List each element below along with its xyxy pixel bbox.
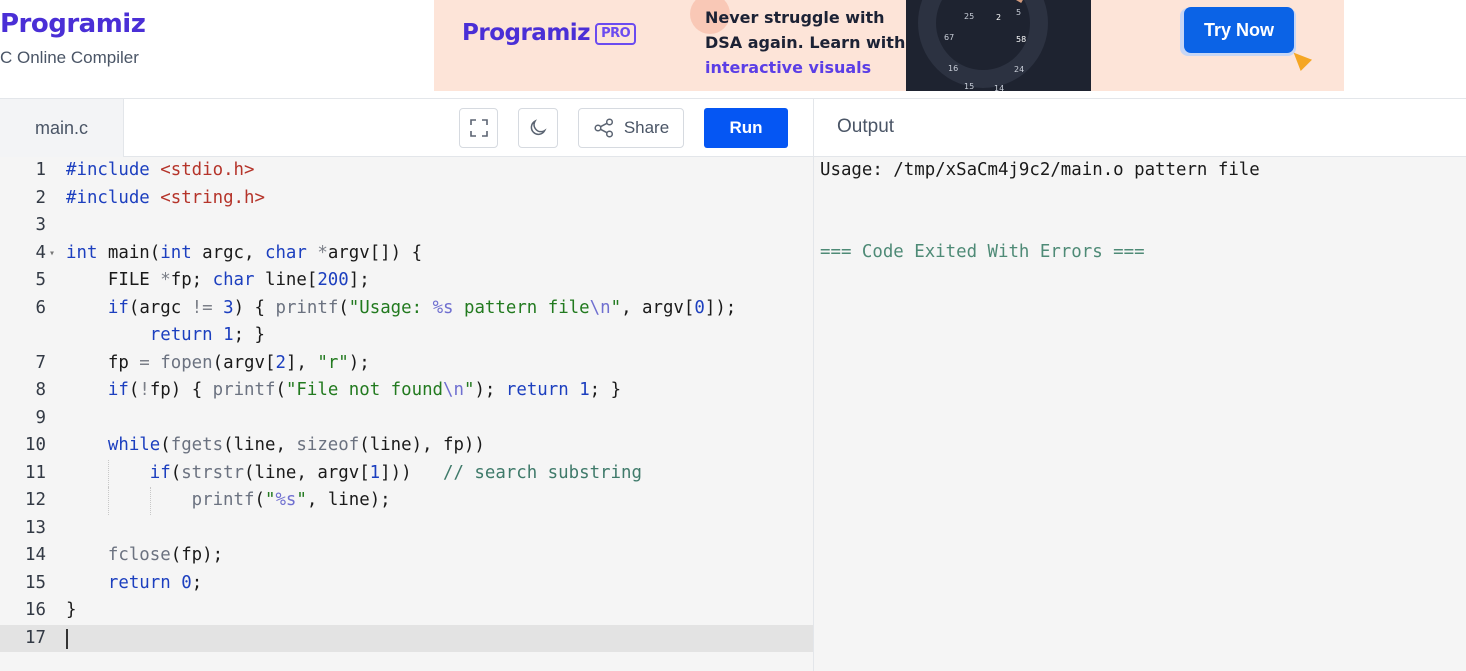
code-text[interactable]: #include <stdio.h> <box>66 157 254 185</box>
code-line[interactable]: 2 #include <string.h> <box>0 185 813 213</box>
line-number: 11 <box>25 462 46 483</box>
line-number: 16 <box>25 600 46 620</box>
code-line[interactable]: 4 ▾ int main(int argc, char *argv[]) { <box>0 240 813 268</box>
wheel-number: 67 <box>944 33 955 42</box>
file-tab-main-c[interactable]: main.c <box>0 99 124 157</box>
code-text[interactable]: } <box>66 597 76 625</box>
code-line[interactable]: 9 <box>0 405 813 433</box>
wheel-number: 5 <box>1016 8 1022 17</box>
code-line[interactable]: 3 <box>0 212 813 240</box>
wheel-number: 58 <box>1016 35 1027 44</box>
line-number: 4 <box>35 242 46 263</box>
code-text[interactable]: FILE *fp; char line[200]; <box>66 267 370 295</box>
code-line[interactable]: 12 printf("%s", line); <box>0 487 813 515</box>
dsa-wheel-graphic: 25 2 5 67 58 16 24 15 14 <box>906 0 1091 91</box>
code-text[interactable]: printf("%s", line); <box>66 487 391 515</box>
banner-line-3: interactive visuals <box>705 58 872 77</box>
output-header: Output <box>813 99 1466 157</box>
output-panel[interactable]: Usage: /tmp/xSaCm4j9c2/main.o pattern fi… <box>813 157 1466 671</box>
line-number: 17 <box>25 627 46 648</box>
output-title: Output <box>837 116 895 137</box>
try-now-button[interactable]: Try Now <box>1184 7 1294 53</box>
line-number: 12 <box>25 490 46 510</box>
text-cursor <box>66 628 68 649</box>
editor-toolbar: main.c Share Run <box>0 99 813 157</box>
line-number: 7 <box>35 352 46 373</box>
fold-arrow-icon[interactable]: ▾ <box>49 240 55 268</box>
line-number: 9 <box>35 407 46 428</box>
code-text[interactable]: return 0; <box>66 570 202 598</box>
fullscreen-icon <box>469 119 488 137</box>
code-line[interactable]: 7 fp = fopen(argv[2], "r"); <box>0 350 813 378</box>
banner-logo: Programiz PRO <box>462 20 637 46</box>
code-line-active[interactable]: 17 <box>0 624 813 652</box>
code-line[interactable]: 15 return 0; <box>0 570 813 598</box>
wheel-number: 25 <box>964 12 975 21</box>
line-number: 14 <box>25 545 46 565</box>
dark-mode-toggle[interactable] <box>518 108 558 148</box>
line-number: 2 <box>35 187 46 208</box>
code-text[interactable]: if(!fp) { printf("File not found\n"); re… <box>66 377 621 405</box>
line-number: 13 <box>25 517 46 538</box>
code-line[interactable]: 5 FILE *fp; char line[200]; <box>0 267 813 295</box>
code-line[interactable]: 14 fclose(fp); <box>0 542 813 570</box>
code-line[interactable]: 16} <box>0 597 813 625</box>
wheel-number: 2 <box>996 13 1002 22</box>
code-text[interactable]: fclose(fp); <box>66 542 223 570</box>
code-text[interactable]: if(strstr(line, argv[1])) // search subs… <box>66 460 642 488</box>
code-text[interactable]: fp = fopen(argv[2], "r"); <box>66 350 370 378</box>
banner-line-1: Never struggle with <box>705 8 885 27</box>
line-number: 10 <box>25 435 46 455</box>
pro-tag: PRO <box>595 23 637 45</box>
code-editor[interactable]: 1 #include <stdio.h> 2 #include <string.h>… <box>0 157 813 671</box>
line-number: 15 <box>25 572 46 593</box>
page-subtitle: C Online Compiler <box>0 48 139 67</box>
code-line[interactable]: 6 if(argc != 3) { printf("Usage: %s patt… <box>0 295 813 323</box>
line-number: 5 <box>35 270 46 290</box>
code-line[interactable]: 13 <box>0 515 813 543</box>
code-text[interactable]: return 1; } <box>66 322 265 350</box>
output-usage-line: Usage: /tmp/xSaCm4j9c2/main.o pattern fi… <box>820 160 1260 180</box>
code-text[interactable]: while(fgets(line, sizeof(line), fp)) <box>66 432 485 460</box>
programiz-logo[interactable]: Programiz <box>0 4 146 44</box>
code-line-wrapped[interactable]: return 1; } <box>0 322 813 350</box>
share-label: Share <box>623 118 670 137</box>
share-icon <box>594 118 613 138</box>
moon-icon <box>530 119 547 135</box>
banner-logo-text: Programiz <box>462 20 591 46</box>
code-line[interactable]: 8 if(!fp) { printf("File not found\n"); … <box>0 377 813 405</box>
line-number: 3 <box>35 215 46 235</box>
output-error-line: === Code Exited With Errors === <box>820 242 1145 262</box>
line-number: 8 <box>35 380 46 400</box>
wheel-number: 15 <box>964 82 975 91</box>
wheel-numbers: 25 2 5 67 58 16 24 15 14 <box>906 0 1091 91</box>
brand[interactable]: Programiz C Online Compiler <box>0 4 146 70</box>
code-line[interactable]: 10 while(fgets(line, sizeof(line), fp)) <box>0 432 813 460</box>
promo-banner[interactable]: Programiz PRO Never struggle with DSA aga… <box>434 0 1344 91</box>
code-text[interactable]: int main(int argc, char *argv[]) { <box>66 240 422 268</box>
code-lines[interactable]: 1 #include <stdio.h> 2 #include <string.h>… <box>0 157 813 652</box>
code-text[interactable]: #include <string.h> <box>66 185 265 213</box>
share-button[interactable]: Share <box>578 108 684 148</box>
banner-line-2: DSA again. Learn with <box>705 33 906 52</box>
site-header: Programiz C Online Compiler Programiz PRO… <box>0 0 1466 99</box>
wheel-number: 24 <box>1014 65 1025 74</box>
fullscreen-button[interactable] <box>459 108 498 148</box>
line-number: 6 <box>35 297 46 318</box>
code-line[interactable]: 1 #include <stdio.h> <box>0 157 813 185</box>
code-text[interactable]: if(argc != 3) { printf("Usage: %s patter… <box>66 295 736 323</box>
code-line[interactable]: 11 if(strstr(line, argv[1])) // search s… <box>0 459 813 488</box>
run-button[interactable]: Run <box>704 108 788 148</box>
banner-text: Never struggle with DSA again. Learn wit… <box>705 5 905 80</box>
wheel-number: 16 <box>948 64 959 73</box>
line-number: 1 <box>35 160 46 180</box>
wheel-number: 14 <box>994 84 1005 91</box>
